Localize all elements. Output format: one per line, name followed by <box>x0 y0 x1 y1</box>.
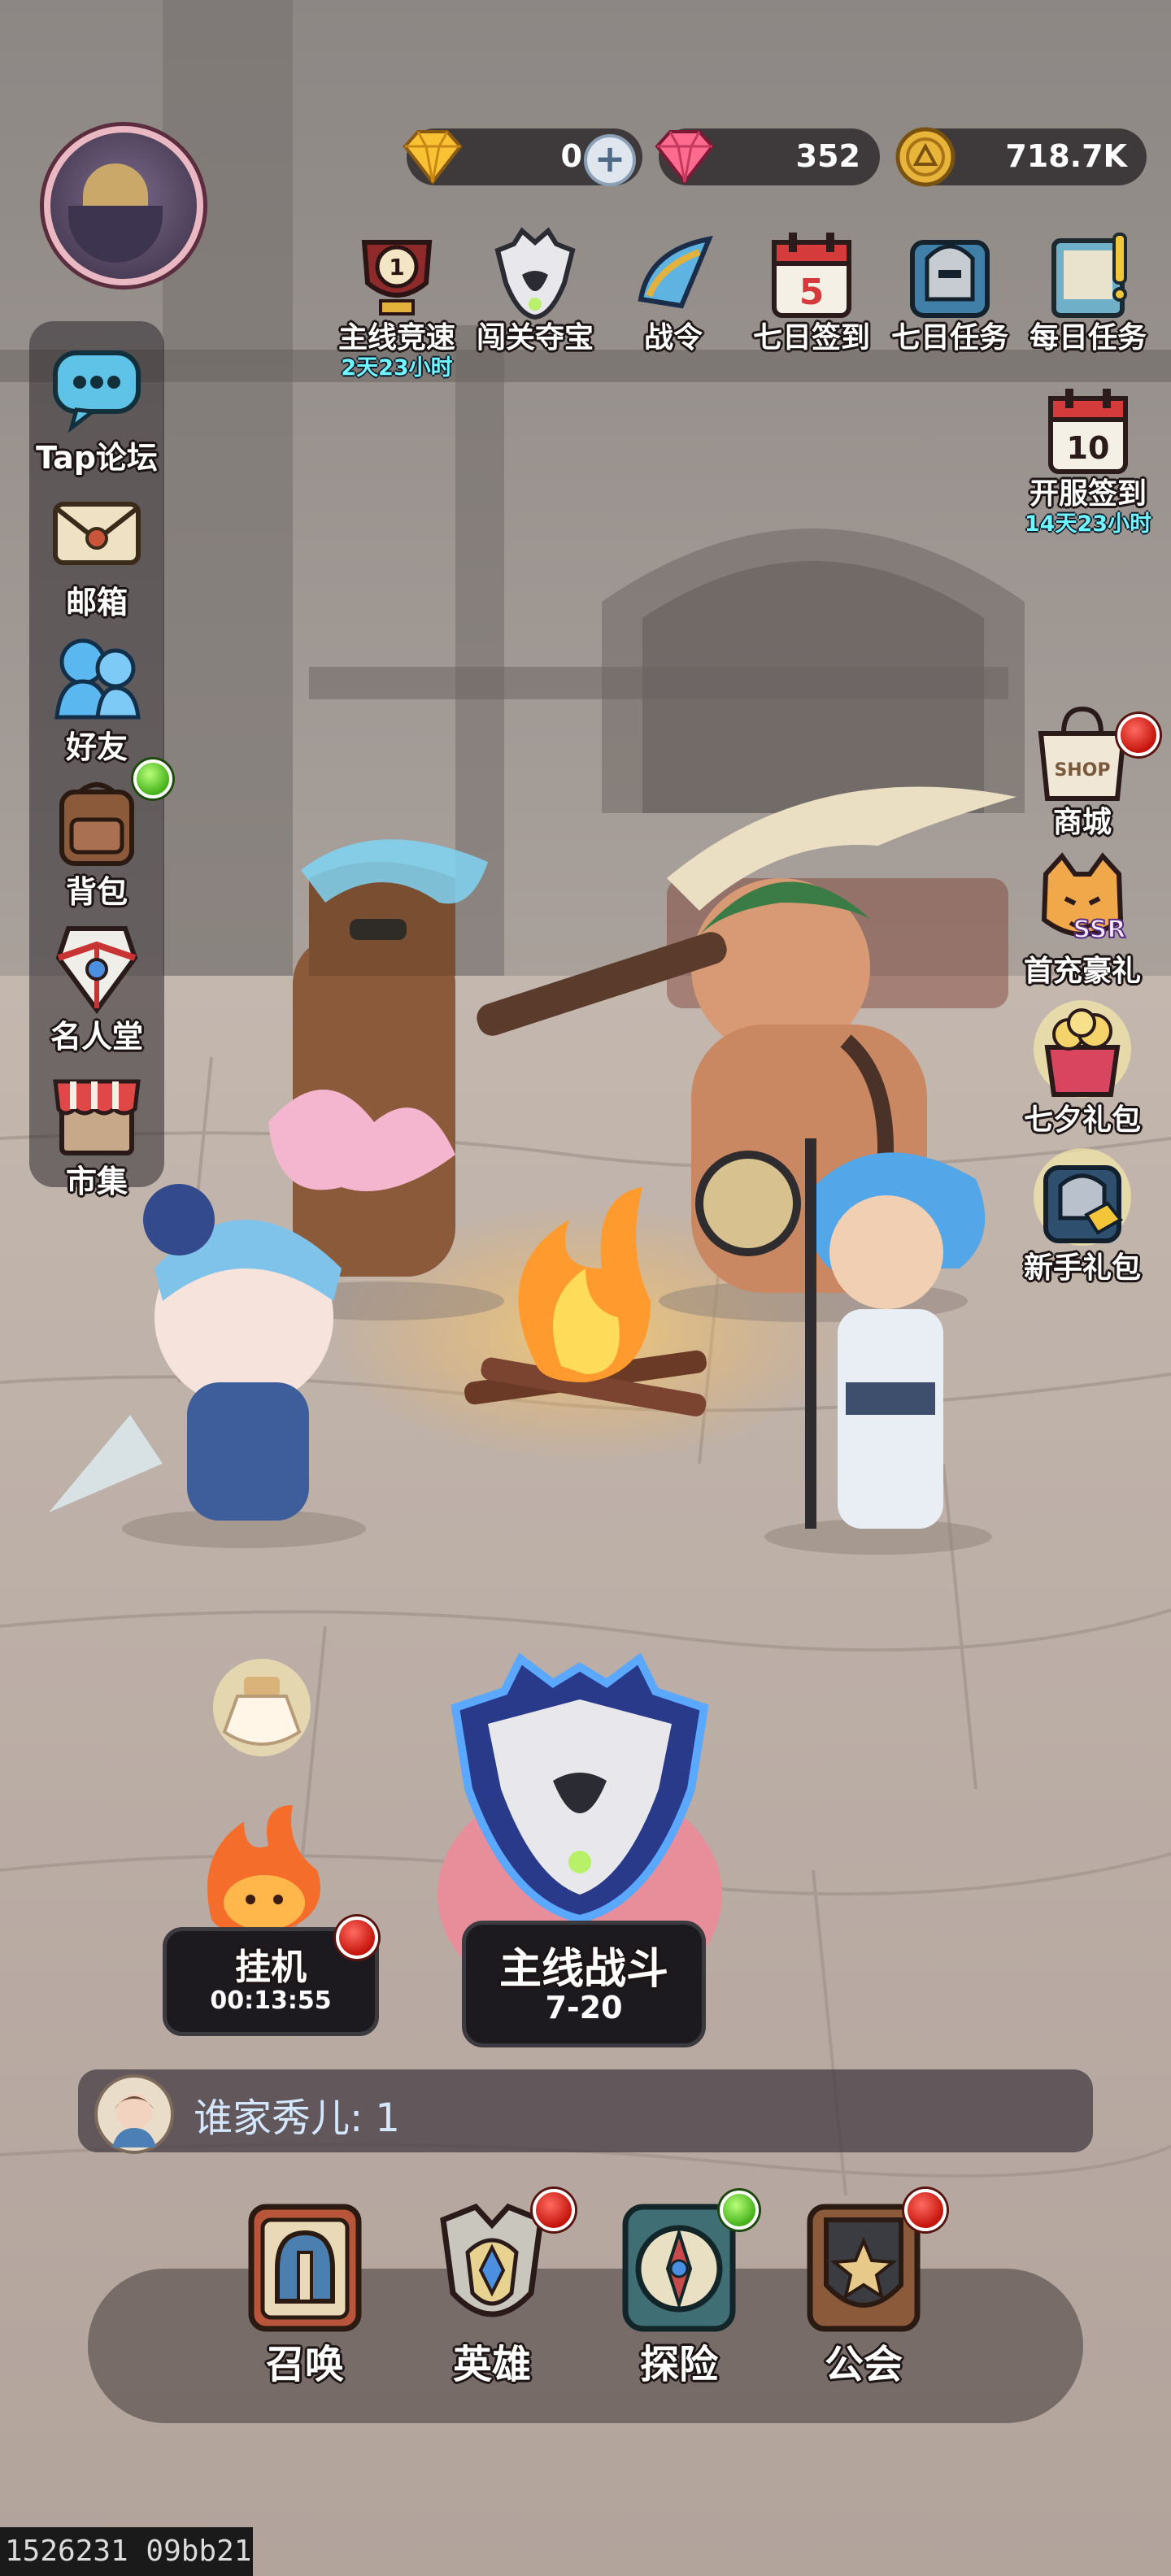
nav-heroes-label: 英雄 <box>452 2342 531 2387</box>
potion-bottle <box>213 1659 311 1756</box>
right-menu-first-recharge-label: 首充豪礼 <box>1023 955 1141 988</box>
nav-summon-label: 召唤 <box>265 2342 344 2387</box>
ssr-badge: SSR <box>1073 916 1126 944</box>
newbie-pack-icon <box>1034 1148 1131 1246</box>
event-stage-treasure[interactable]: 闯关夺宝 <box>470 226 600 381</box>
nav-summon[interactable]: 召唤 <box>224 2195 386 2391</box>
left-menu-market[interactable]: 市集 <box>29 1065 164 1203</box>
right-menu-newbie-pack[interactable]: 新手礼包 <box>1013 1147 1151 1293</box>
war-horn-icon <box>638 236 713 309</box>
event-main-race[interactable]: 1 主线竞速 2天23小时 <box>332 226 462 381</box>
watermark-id: 1526231 09bb21 <box>0 2527 253 2576</box>
explore-notification-dot <box>720 2191 759 2230</box>
trophy-icon: 1 <box>361 240 433 315</box>
tiger-ssr-icon: SSR <box>1041 852 1126 945</box>
gold-counter: 718.7K <box>895 127 1147 187</box>
shop-bag-icon: SHOP <box>1038 706 1127 801</box>
chat-avatar-portrait-icon <box>112 2094 156 2147</box>
gift-box-icon <box>1034 1000 1131 1098</box>
nav-guild[interactable]: 公会 <box>782 2189 947 2391</box>
event-server-signin-timer: 14天23小时 <box>1024 511 1152 537</box>
heroes-notification-dot <box>533 2189 575 2231</box>
shop-bag-text: SHOP <box>1054 760 1110 781</box>
gold-coin-icon <box>895 127 956 187</box>
event-main-race-timer: 2天23小时 <box>341 355 453 381</box>
calendar-icon: 5 <box>772 233 851 318</box>
event-stage-treasure-label: 闯关夺宝 <box>476 321 594 355</box>
gold-value: 718.7K <box>1005 138 1127 174</box>
idle-notification-dot <box>336 1917 378 1959</box>
right-menu-shop-label: 商城 <box>1052 806 1112 839</box>
left-menu-market-label: 市集 <box>65 1164 128 1199</box>
idle-timer: 00:13:55 <box>210 1986 332 2015</box>
task-book-icon <box>1051 233 1127 318</box>
event-battle-pass[interactable]: 战令 <box>608 226 738 381</box>
svg-text:10: 10 <box>1067 430 1110 466</box>
helmet-task-icon <box>910 240 990 318</box>
calendar-icon: 10 <box>1048 389 1128 474</box>
shop-notification-dot <box>1117 714 1160 756</box>
yellow-diamond-icon <box>403 130 463 185</box>
left-menu-mailbox-label: 邮箱 <box>65 585 128 620</box>
event-server-signin[interactable]: 10 开服签到 14天23小时 <box>1023 382 1153 537</box>
event-battle-pass-label: 战令 <box>643 321 703 355</box>
left-menu-hall-of-fame-label: 名人堂 <box>50 1019 143 1055</box>
chat-avatar <box>94 2074 174 2154</box>
event-seven-day-signin[interactable]: 5 七日签到 <box>747 226 877 381</box>
left-menu-backpack-label: 背包 <box>65 874 128 910</box>
event-daily-tasks-label: 每日任务 <box>1029 321 1147 355</box>
world-chat-bar[interactable]: 谁家秀儿: 1 <box>78 2069 1093 2154</box>
idle-rewards-button[interactable]: 挂机 00:13:55 <box>163 1917 379 2036</box>
wolf-mask-icon <box>494 227 576 320</box>
left-menu-tap-forum[interactable]: Tap论坛 <box>29 342 164 480</box>
gem-counter: 352 <box>655 128 880 185</box>
left-menu-tap-forum-label: Tap论坛 <box>36 440 158 476</box>
market-stall-icon <box>53 1079 141 1155</box>
main-battle-button[interactable]: 主线战斗 7-20 <box>462 1921 706 2047</box>
backpack-icon <box>59 782 134 866</box>
event-seven-day-tasks[interactable]: 七日任务 <box>885 226 1015 381</box>
chat-message: 谁家秀儿: 1 <box>194 2095 400 2141</box>
diamond-value: 0 <box>560 138 582 174</box>
player-avatar[interactable] <box>44 126 203 285</box>
game-background-scene <box>0 0 1171 2576</box>
nav-explore[interactable]: 探险 <box>598 2191 760 2391</box>
mail-icon <box>53 502 141 565</box>
event-daily-tasks[interactable]: 每日任务 <box>1023 226 1153 381</box>
hall-of-fame-icon <box>55 926 138 1014</box>
left-menu-mailbox[interactable]: 邮箱 <box>29 486 164 624</box>
chat-bubble-icon <box>53 350 141 433</box>
add-diamond-button[interactable]: + <box>584 134 636 186</box>
nav-guild-label: 公会 <box>824 2342 903 2387</box>
event-seven-day-tasks-label: 七日任务 <box>890 321 1008 355</box>
friends-icon <box>54 638 141 720</box>
avatar-beard <box>68 206 163 263</box>
svg-text:1: 1 <box>389 254 404 281</box>
right-menu-qixi-pack[interactable]: 七夕礼包 <box>1013 999 1151 1145</box>
left-menu-hall-of-fame[interactable]: 名人堂 <box>29 920 164 1059</box>
nav-explore-label: 探险 <box>639 2342 718 2387</box>
event-seven-day-signin-label: 七日签到 <box>752 321 870 355</box>
nav-heroes[interactable]: 英雄 <box>411 2189 575 2391</box>
main-battle-label: 主线战斗 <box>498 1945 668 1994</box>
left-menu-friends[interactable]: 好友 <box>29 631 164 769</box>
left-menu-backpack[interactable]: 背包 <box>29 759 172 914</box>
svg-text:5: 5 <box>799 272 825 313</box>
guild-notification-dot <box>904 2189 947 2231</box>
main-battle-stage: 7-20 <box>545 1990 623 2026</box>
right-menu-shop[interactable]: SHOP 商城 <box>1013 701 1160 847</box>
pink-gem-icon <box>655 130 715 185</box>
right-menu-first-recharge[interactable]: SSR 首充豪礼 <box>1013 850 1151 996</box>
gem-value: 352 <box>795 138 860 174</box>
diamond-counter: 0 + <box>403 128 642 186</box>
summon-helmet-icon <box>248 2204 362 2332</box>
right-menu-newbie-pack-label: 新手礼包 <box>1023 1251 1141 1285</box>
backpack-notification-dot <box>133 759 172 798</box>
right-menu-qixi-pack-label: 七夕礼包 <box>1023 1103 1141 1137</box>
